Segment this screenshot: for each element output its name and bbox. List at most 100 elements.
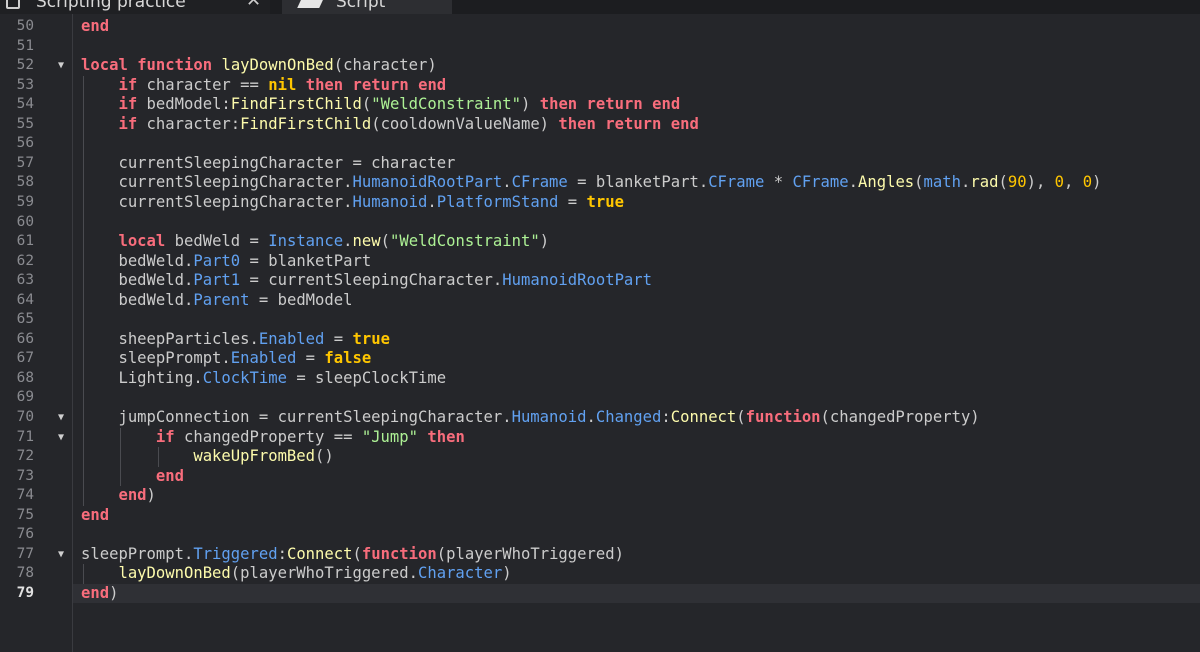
- code-token: (character): [333, 56, 437, 75]
- code-token: end: [670, 114, 699, 133]
- script-editor[interactable]: 50 51 52 ▼ 53 54 55 56 57 58 59 60 61 62 63 64 65 66 67 68 6…: [0, 14, 1200, 652]
- code-token: Character: [417, 564, 503, 583]
- code-line: end: [81, 467, 184, 487]
- code-token: (cooldownValueName): [371, 114, 559, 133]
- code-line: wakeUpFromBed(): [81, 447, 333, 467]
- code-token: "WeldConstraint": [371, 95, 521, 114]
- code-token: then: [539, 95, 578, 114]
- code-token: if: [155, 427, 175, 446]
- code-line: currentSleepingCharacter.Humanoid.Platfo…: [81, 193, 624, 213]
- code-line: if character == nil then return end: [81, 76, 446, 96]
- code-token: Changed: [595, 408, 662, 426]
- code-token: FindFirstChild: [230, 95, 362, 114]
- code-token: (: [361, 95, 372, 114]
- code-area[interactable]: end local function layDownOnBed(character…: [73, 14, 1200, 652]
- code-line: currentSleepingCharacter = character: [81, 154, 455, 174]
- tab-scripting-practice[interactable]: Scripting practice ✕: [0, 0, 270, 14]
- code-token: =: [558, 192, 587, 211]
- code-token: CFrame: [511, 173, 568, 192]
- code-token: ): [502, 564, 512, 583]
- code-token: 0: [1054, 173, 1065, 192]
- place-icon: [6, 0, 20, 9]
- code-token: then: [305, 75, 344, 94]
- script-icon: [297, 0, 325, 8]
- code-token: bedWeld.: [118, 251, 194, 270]
- line-number: 79: [16, 584, 34, 601]
- line-number: 72: [16, 448, 34, 465]
- code-token: bedModel:: [137, 95, 231, 114]
- code-token: CFrame: [792, 173, 849, 192]
- code-token: "WeldConstraint": [389, 232, 540, 251]
- line-number: 78: [16, 565, 34, 582]
- line-number: 60: [16, 213, 34, 230]
- code-line: end: [81, 17, 109, 37]
- code-token: bedWeld.: [118, 271, 194, 290]
- code-token: rad: [970, 173, 999, 192]
- code-line: Lighting.ClockTime = sleepClockTime: [81, 369, 446, 389]
- code-token: ): [539, 232, 550, 251]
- code-token: :: [277, 544, 287, 563]
- code-token: (playerWhoTriggered): [436, 544, 624, 563]
- code-token: HumanoidRootPart: [502, 271, 653, 290]
- line-number: 52: [16, 57, 34, 74]
- line-number: 67: [16, 350, 34, 367]
- line-number: 76: [16, 526, 34, 543]
- code-token: Enabled: [258, 329, 325, 348]
- line-number: 71: [16, 428, 34, 445]
- code-token: sheepParticles.: [118, 329, 259, 348]
- fold-arrow-icon[interactable]: ▼: [56, 408, 66, 428]
- fold-arrow-icon[interactable]: ▼: [56, 56, 66, 76]
- line-number: 75: [16, 506, 34, 523]
- line-number: 73: [16, 467, 34, 484]
- code-token: (: [736, 408, 746, 426]
- code-line: bedWeld.Part1 = currentSleepingCharacter…: [81, 271, 652, 291]
- code-token: end: [81, 505, 110, 524]
- fold-arrow-icon[interactable]: ▼: [56, 428, 66, 448]
- code-token: (: [998, 173, 1008, 192]
- code-token: local: [118, 232, 166, 251]
- code-line: end): [81, 584, 118, 604]
- code-token: if: [118, 75, 138, 94]
- code-token: end: [81, 17, 110, 35]
- code-line: local function layDownOnBed(character): [81, 56, 437, 76]
- code-line: layDownOnBed(playerWhoTriggered.Characte…: [81, 564, 512, 584]
- code-line: if changedProperty == "Jump" then: [81, 428, 465, 448]
- line-number: 65: [16, 311, 34, 328]
- code-token: layDownOnBed: [118, 564, 231, 583]
- code-token: nil: [268, 75, 297, 94]
- code-line: end: [81, 506, 109, 526]
- code-token: return: [605, 114, 662, 133]
- code-token: Part1: [193, 271, 241, 290]
- code-token: function: [745, 408, 821, 426]
- close-icon[interactable]: ✕: [246, 0, 261, 11]
- code-token: bedWeld =: [165, 232, 269, 251]
- code-token: CFrame: [708, 173, 765, 192]
- code-line: local bedWeld = Instance.new("WeldConstr…: [81, 232, 549, 252]
- line-number: 59: [16, 193, 34, 210]
- indent-guide: [83, 75, 84, 506]
- code-token: (: [914, 173, 924, 192]
- code-token: ),: [1026, 173, 1055, 192]
- code-token: (playerWhoTriggered.: [230, 564, 418, 583]
- line-number: 50: [16, 18, 34, 34]
- line-number: 64: [16, 291, 34, 308]
- code-token: end: [418, 75, 447, 94]
- code-token: = sleepClockTime: [286, 368, 447, 387]
- code-token: currentSleepingCharacter.: [118, 192, 353, 211]
- fold-arrow-icon[interactable]: ▼: [56, 545, 66, 565]
- code-token: true: [352, 329, 390, 348]
- code-line: sleepPrompt.Enabled = false: [81, 349, 371, 369]
- tab-script[interactable]: Script: [282, 0, 452, 14]
- line-number: 56: [16, 135, 34, 152]
- code-token: Enabled: [230, 349, 297, 368]
- code-token: character ==: [137, 75, 269, 94]
- code-token: "Jump": [361, 427, 418, 446]
- line-number: 74: [16, 487, 34, 504]
- code-token: Connect: [286, 544, 353, 563]
- line-number: 55: [16, 115, 34, 132]
- code-token: 0: [1082, 173, 1093, 192]
